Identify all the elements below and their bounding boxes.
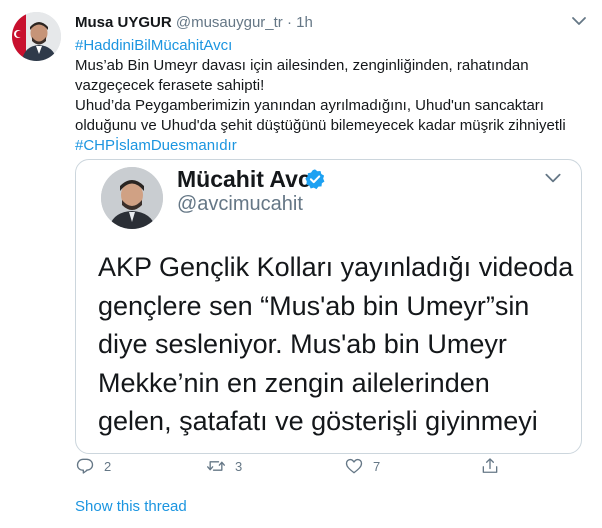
tweet-line-1: Mus’ab Bin Umeyr davası için ailesinden,… <box>75 57 529 74</box>
like-button[interactable]: 7 <box>344 455 380 477</box>
quoted-tweet[interactable]: Mücahit Avcı @avcimucahit AKP Gençlik Ko… <box>75 159 582 454</box>
quoted-line-5: gelen, şatafatı ve gösterişli giyinmeyi <box>98 406 538 436</box>
show-thread-link[interactable]: Show this thread <box>75 497 187 517</box>
hashtag-chpislamduesmanidir[interactable]: #CHPİslamDuesmanıdır <box>75 137 237 154</box>
author-handle[interactable]: @musauygur_tr <box>176 14 283 31</box>
author-name[interactable]: Musa UYGUR <box>75 14 172 31</box>
tweet[interactable]: Musa UYGUR @musauygur_tr · 1h #HaddiniBi… <box>0 0 602 528</box>
quoted-tweet-text: AKP Gençlik Kolları yayınladığı videoda … <box>98 248 578 441</box>
quoted-author-handle[interactable]: @avcimucahit <box>177 190 303 218</box>
tweet-text: #HaddiniBilMücahitAvcı Mus’ab Bin Umeyr … <box>75 36 590 156</box>
share-icon <box>482 458 498 473</box>
retweet-count: 3 <box>235 458 243 474</box>
retweet-button[interactable]: 3 <box>206 455 242 477</box>
retweet-icon <box>207 461 225 471</box>
share-button[interactable] <box>480 455 500 477</box>
reply-button[interactable]: 2 <box>75 455 111 477</box>
tweet-header: Musa UYGUR @musauygur_tr · 1h <box>75 13 588 35</box>
tweet-line-4: olduğunu ve Uhud'da şehit düştüğünü bile… <box>75 117 566 134</box>
tweet-line-3: Uhud’da Peygamberimizin yanından ayrılma… <box>75 97 544 114</box>
reply-icon <box>76 458 94 474</box>
separator-dot: · <box>286 14 292 31</box>
tweet-actions: 2 3 7 <box>75 455 515 477</box>
hashtag-haddinibilmucahitavci[interactable]: #HaddiniBilMücahitAvcı <box>75 37 232 54</box>
verified-badge-icon <box>304 168 326 190</box>
quoted-line-4: Mekke’nin en zengin ailelerinden <box>98 367 490 398</box>
quoted-author-avatar[interactable] <box>101 167 163 229</box>
quoted-line-2: gençlere sen “Mus'ab bin Umeyr”sin <box>98 290 530 321</box>
quoted-line-3: diye sesleniyor. Mus'ab bin Umeyr <box>98 329 507 359</box>
chevron-down-icon[interactable] <box>543 168 563 188</box>
like-count: 7 <box>373 458 381 474</box>
quoted-line-1: AKP Gençlik Kolları yayınladığı videoda <box>98 252 574 282</box>
tweet-line-2: vazgeçecek ferasete sahipti! <box>75 77 265 94</box>
reply-count: 2 <box>104 458 112 474</box>
chevron-down-icon[interactable] <box>570 12 588 30</box>
heart-icon <box>345 458 363 474</box>
author-avatar[interactable] <box>12 12 61 61</box>
tweet-time[interactable]: 1h <box>296 14 313 31</box>
